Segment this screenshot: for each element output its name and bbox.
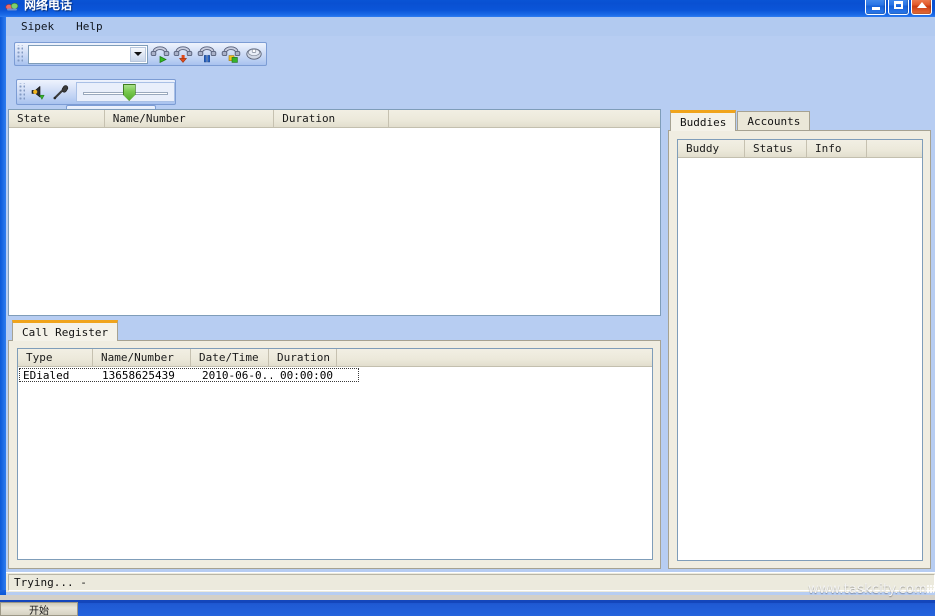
window-client-area: Sipek Help State Name/Number Duration Ca… [6,17,935,595]
buddies-list-header: Buddy Status Info [678,140,922,158]
desktop: 网络电话 Sipek Help State Name/Number Durati… [0,0,935,616]
number-input[interactable] [29,46,129,62]
menu-sipek[interactable]: Sipek [18,19,57,34]
call-register-list[interactable]: Type Name/Number Date/Time Duration EDia… [17,348,653,560]
window-title: 网络电话 [24,0,73,12]
right-panel-page: Buddy Status Info [668,130,931,569]
buddies-column-status[interactable]: Status [745,140,807,157]
register-column-duration[interactable]: Duration [269,349,337,366]
title-bar-left: 网络电话 [4,0,865,13]
call-register-tabstrip: Call Register [12,320,119,341]
title-bar: 网络电话 [0,0,935,17]
watermark-resize-grip [927,585,934,594]
tab-call-register[interactable]: Call Register [12,320,119,341]
close-button[interactable] [911,0,932,15]
calls-column-duration[interactable]: Duration [274,110,389,127]
call-toolbar [14,42,267,66]
register-cell-name-number: 13658625439 [102,368,175,382]
table-row[interactable]: EDialed 13658625439 2010-06-0... 00:00:0… [19,368,359,382]
calls-list[interactable]: State Name/Number Duration [8,109,661,316]
calls-column-filler[interactable] [388,110,660,127]
calls-list-body[interactable] [9,128,660,315]
status-bar: Trying... - [6,572,935,592]
register-cell-type: EDialed [23,368,70,382]
call-register-body[interactable]: EDialed 13658625439 2010-06-0... 00:00:0… [18,367,652,559]
maximize-button[interactable] [888,0,909,15]
register-column-name-number[interactable]: Name/Number [93,349,191,366]
speaker-icon [31,86,45,100]
hangup-button[interactable] [172,43,196,65]
hold-button[interactable] [195,43,219,65]
transfer-button[interactable] [219,43,243,65]
minimize-button[interactable] [865,0,886,15]
taskbar: 开始 [0,600,935,616]
phone-hangup-red-icon [174,46,193,63]
window-controls [865,0,935,15]
calls-column-state[interactable]: State [9,110,105,127]
device-button[interactable] [242,43,266,65]
status-text: Trying... - [14,576,87,589]
tab-buddies[interactable]: Buddies [670,110,737,131]
buddies-list[interactable]: Buddy Status Info [677,139,923,561]
taskbar-top-strip [0,600,935,603]
speaker-button[interactable] [28,81,50,103]
buddies-column-info[interactable]: Info [807,140,867,157]
register-column-filler[interactable] [337,349,652,366]
register-cell-duration: 00:00:00 [280,368,333,382]
volume-thumb[interactable] [122,84,136,101]
audio-toolbar [16,79,176,105]
call-register-header: Type Name/Number Date/Time Duration [18,349,652,367]
microphone-button[interactable] [50,81,72,103]
microphone-icon [53,85,69,100]
buddies-list-body[interactable] [678,158,922,560]
menu-bar: Sipek Help [6,17,935,36]
calls-column-name-number[interactable]: Name/Number [104,110,275,127]
calls-list-header: State Name/Number Duration [9,110,660,128]
status-message-pane: Trying... - [8,574,935,591]
application-window: 网络电话 Sipek Help State Name/Number Durati… [0,0,935,595]
right-panel-tabstrip: Buddies Accounts [670,110,811,131]
call-register-page: Type Name/Number Date/Time Duration EDia… [8,340,661,569]
register-column-type[interactable]: Type [18,349,93,366]
start-button[interactable]: 开始 [0,602,78,616]
call-button[interactable] [148,43,172,65]
buddies-column-filler[interactable] [867,140,922,157]
register-column-date-time[interactable]: Date/Time [191,349,269,366]
chevron-down-icon [133,52,142,56]
phone-call-green-icon [150,46,169,63]
volume-slider[interactable] [76,82,175,102]
toolbar-grip[interactable] [19,83,25,101]
menu-help[interactable]: Help [73,19,106,34]
number-combobox[interactable] [28,44,148,64]
tab-accounts[interactable]: Accounts [737,111,811,130]
phone-device-icon [246,48,262,60]
phone-transfer-icon [221,46,240,63]
toolbar-grip[interactable] [17,45,23,63]
phone-app-icon [4,0,20,13]
phone-hold-blue-icon [197,46,217,63]
buddies-column-buddy[interactable]: Buddy [678,140,745,157]
combobox-dropdown-button[interactable] [129,46,146,62]
register-cell-date-time: 2010-06-0... [202,368,272,382]
